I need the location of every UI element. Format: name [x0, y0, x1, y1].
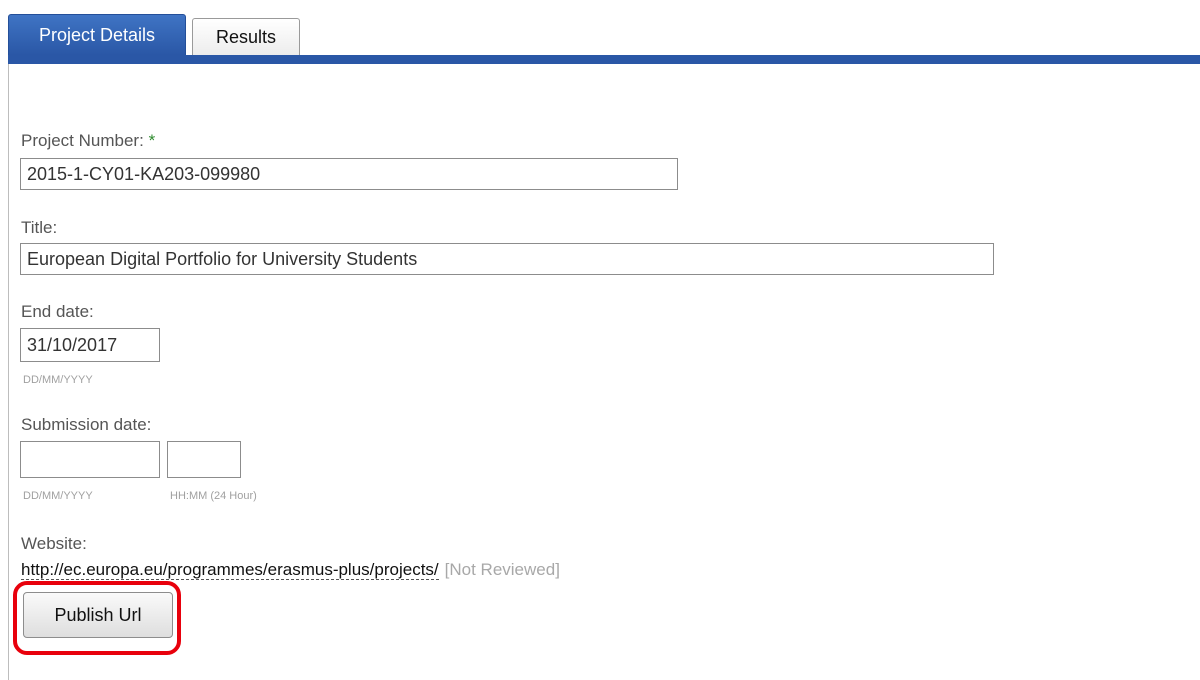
tab-results[interactable]: Results: [192, 18, 300, 56]
website-link[interactable]: http://ec.europa.eu/programmes/erasmus-p…: [21, 560, 439, 580]
title-label: Title:: [21, 218, 58, 237]
project-number-label: Project Number: *: [21, 131, 156, 150]
end-date-format-hint: DD/MM/YYYY: [23, 374, 93, 386]
end-date-label: End date:: [21, 302, 94, 321]
project-form-page: Project Details Results Project Number: …: [0, 0, 1200, 680]
tab-project-details[interactable]: Project Details: [8, 14, 186, 56]
submission-time-format-hint: HH:MM (24 Hour): [170, 490, 257, 502]
submission-time-input[interactable]: [167, 441, 241, 478]
project-number-input[interactable]: [20, 158, 678, 190]
submission-date-format-hint: DD/MM/YYYY: [23, 490, 93, 502]
review-status: [Not Reviewed]: [444, 560, 560, 579]
submission-date-label: Submission date:: [21, 415, 152, 434]
tab-underline: [8, 55, 1200, 64]
submission-date-input[interactable]: [20, 441, 160, 478]
panel-left-border: [8, 64, 9, 680]
required-marker: *: [148, 131, 156, 150]
end-date-input[interactable]: [20, 328, 160, 362]
publish-url-button[interactable]: Publish Url: [23, 592, 173, 638]
website-row: http://ec.europa.eu/programmes/erasmus-p…: [21, 560, 560, 580]
tab-bar: Project Details Results: [8, 14, 300, 56]
website-label: Website:: [21, 534, 87, 553]
title-input[interactable]: [20, 243, 994, 275]
